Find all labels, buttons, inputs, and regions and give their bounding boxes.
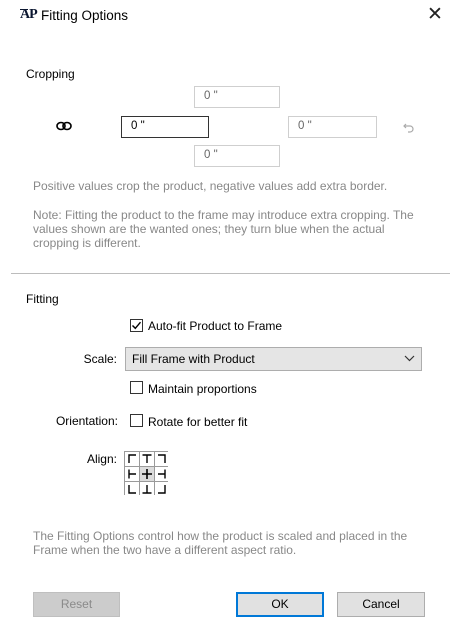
autofit-checkbox[interactable] xyxy=(130,319,143,332)
maintain-proportions-checkbox[interactable] xyxy=(130,381,143,394)
align-bottom-icon xyxy=(142,485,152,494)
crop-right-field[interactable]: 0 " xyxy=(288,116,377,138)
align-bottom-left-icon xyxy=(128,485,136,494)
align-left-button[interactable] xyxy=(125,467,139,481)
section-divider xyxy=(11,273,450,274)
undo-arrow-icon[interactable] xyxy=(403,121,415,133)
checkmark-icon xyxy=(132,321,142,330)
align-top-icon xyxy=(142,454,152,463)
cropping-note: Note: Fitting the product to the frame m… xyxy=(33,208,414,250)
align-bottom-button[interactable] xyxy=(140,482,154,496)
align-bottom-left-button[interactable] xyxy=(125,482,139,496)
fitting-section-label: Fitting xyxy=(26,292,59,306)
align-right-button[interactable] xyxy=(155,467,169,481)
align-grid xyxy=(124,451,169,496)
align-top-left-icon xyxy=(128,454,136,463)
cropping-hint: Positive values crop the product, negati… xyxy=(33,179,388,193)
align-label: Align: xyxy=(86,452,117,466)
align-center-icon xyxy=(142,469,152,479)
chevron-down-icon xyxy=(404,355,415,362)
fitting-hint: The Fitting Options control how the prod… xyxy=(33,529,408,557)
title-bar: AP Fitting Options ✕ xyxy=(0,0,451,32)
align-top-right-button[interactable] xyxy=(155,452,169,466)
scale-label: Scale: xyxy=(83,352,117,366)
scale-select[interactable]: Fill Frame with Product xyxy=(125,347,422,371)
cropping-section-label: Cropping xyxy=(26,67,75,81)
align-center-button[interactable] xyxy=(140,467,154,481)
align-bottom-right-icon xyxy=(158,485,166,494)
ok-button[interactable]: OK xyxy=(236,592,324,617)
dialog-title: Fitting Options xyxy=(41,8,129,23)
align-right-icon xyxy=(158,469,166,479)
rotate-label[interactable]: Rotate for better fit xyxy=(148,415,247,429)
cancel-button[interactable]: Cancel xyxy=(337,592,425,617)
crop-bottom-field[interactable]: 0 " xyxy=(194,145,280,167)
reset-button[interactable]: Reset xyxy=(33,592,120,617)
align-left-icon xyxy=(128,469,136,479)
align-top-right-icon xyxy=(158,454,166,463)
maintain-proportions-label[interactable]: Maintain proportions xyxy=(148,382,257,396)
crop-left-field[interactable]: 0 " xyxy=(121,116,209,138)
app-logo-icon: AP xyxy=(20,7,38,22)
chain-link-icon[interactable] xyxy=(56,121,72,131)
orientation-label: Orientation: xyxy=(55,414,118,428)
align-top-button[interactable] xyxy=(140,452,154,466)
rotate-checkbox[interactable] xyxy=(130,414,143,427)
autofit-label[interactable]: Auto-fit Product to Frame xyxy=(148,319,282,333)
scale-select-value: Fill Frame with Product xyxy=(132,352,255,366)
crop-top-field[interactable]: 0 " xyxy=(194,86,280,108)
align-bottom-right-button[interactable] xyxy=(155,482,169,496)
close-icon[interactable]: ✕ xyxy=(422,3,448,27)
align-top-left-button[interactable] xyxy=(125,452,139,466)
